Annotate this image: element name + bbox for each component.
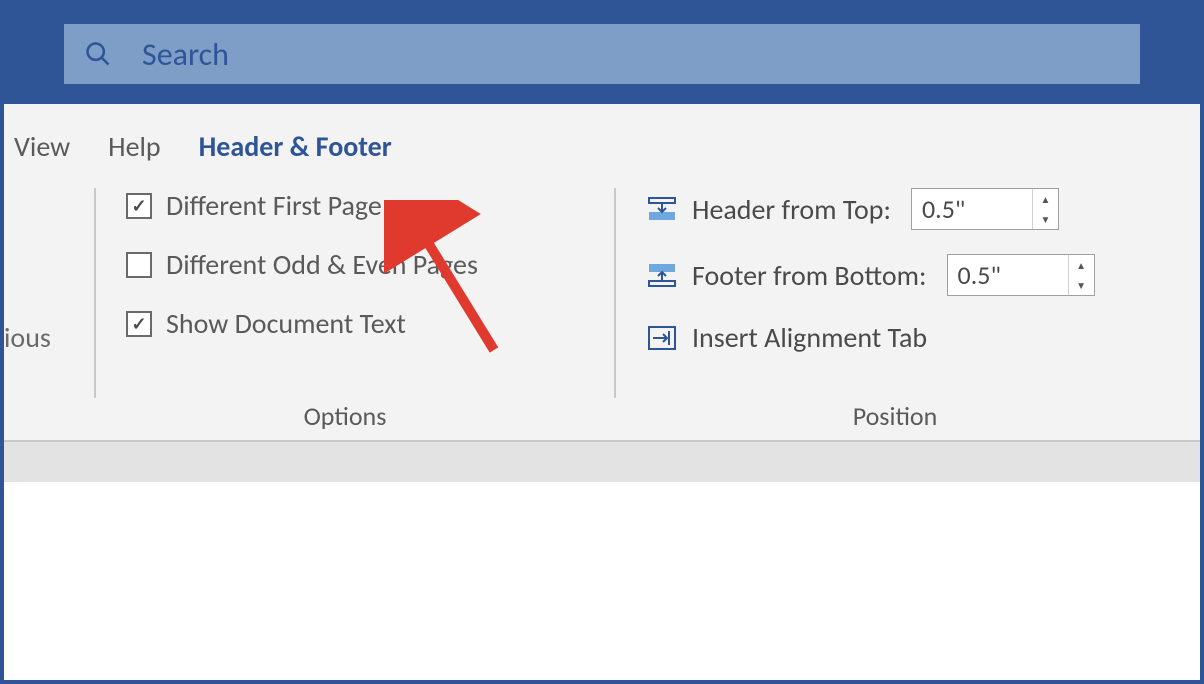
search-box[interactable]: Search — [64, 24, 1140, 84]
header-from-top-icon — [646, 195, 678, 223]
different-first-page-label: Different First Page — [166, 188, 382, 223]
footer-from-bottom-row: Footer from Bottom: 0.5" ▲ ▼ — [646, 254, 1154, 296]
footer-from-bottom-spinner[interactable]: 0.5" ▲ ▼ — [947, 254, 1095, 296]
tab-help[interactable]: Help — [98, 123, 189, 170]
header-from-top-down[interactable]: ▼ — [1033, 209, 1058, 229]
show-document-text-row[interactable]: ✓ Show Document Text — [126, 306, 574, 341]
footer-from-bottom-icon — [646, 261, 678, 289]
search-placeholder: Search — [142, 35, 229, 74]
insert-alignment-tab-icon — [646, 324, 678, 352]
show-document-text-label: Show Document Text — [166, 306, 406, 341]
show-document-text-checkbox[interactable]: ✓ — [126, 311, 152, 337]
header-from-top-label: Header from Top: — [692, 192, 891, 227]
different-odd-even-checkbox[interactable] — [126, 252, 152, 278]
group-options: ✓ Different First Page Different Odd & E… — [94, 188, 594, 398]
tab-view[interactable]: View — [4, 123, 98, 170]
different-first-page-row[interactable]: ✓ Different First Page — [126, 188, 574, 223]
cut-off-text: ious — [4, 320, 51, 355]
footer-from-bottom-label: Footer from Bottom: — [692, 258, 927, 293]
header-from-top-up[interactable]: ▲ — [1033, 189, 1058, 209]
tab-header-footer[interactable]: Header & Footer — [189, 123, 420, 170]
ribbon-tabs: View Help Header & Footer — [4, 104, 1200, 170]
document-gray-strip — [4, 442, 1200, 482]
different-odd-even-row[interactable]: Different Odd & Even Pages — [126, 247, 574, 282]
insert-alignment-tab-label: Insert Alignment Tab — [692, 320, 927, 355]
title-bar: Search — [4, 4, 1200, 104]
different-first-page-checkbox[interactable]: ✓ — [126, 193, 152, 219]
header-from-top-row: Header from Top: 0.5" ▲ ▼ — [646, 188, 1154, 230]
different-odd-even-label: Different Odd & Even Pages — [166, 247, 478, 282]
header-from-top-spinner[interactable]: 0.5" ▲ ▼ — [911, 188, 1059, 230]
footer-from-bottom-value[interactable]: 0.5" — [948, 255, 1068, 295]
header-from-top-value[interactable]: 0.5" — [912, 189, 1032, 229]
group-label-options: Options — [96, 400, 594, 432]
insert-alignment-tab-row[interactable]: Insert Alignment Tab — [646, 320, 1154, 355]
group-label-position: Position — [616, 400, 1174, 432]
footer-from-bottom-down[interactable]: ▼ — [1069, 275, 1094, 295]
group-position: Header from Top: 0.5" ▲ ▼ — [614, 188, 1174, 398]
search-icon — [84, 40, 112, 68]
footer-from-bottom-up[interactable]: ▲ — [1069, 255, 1094, 275]
ribbon: ious ✓ Different First Page Different Od… — [4, 170, 1200, 442]
